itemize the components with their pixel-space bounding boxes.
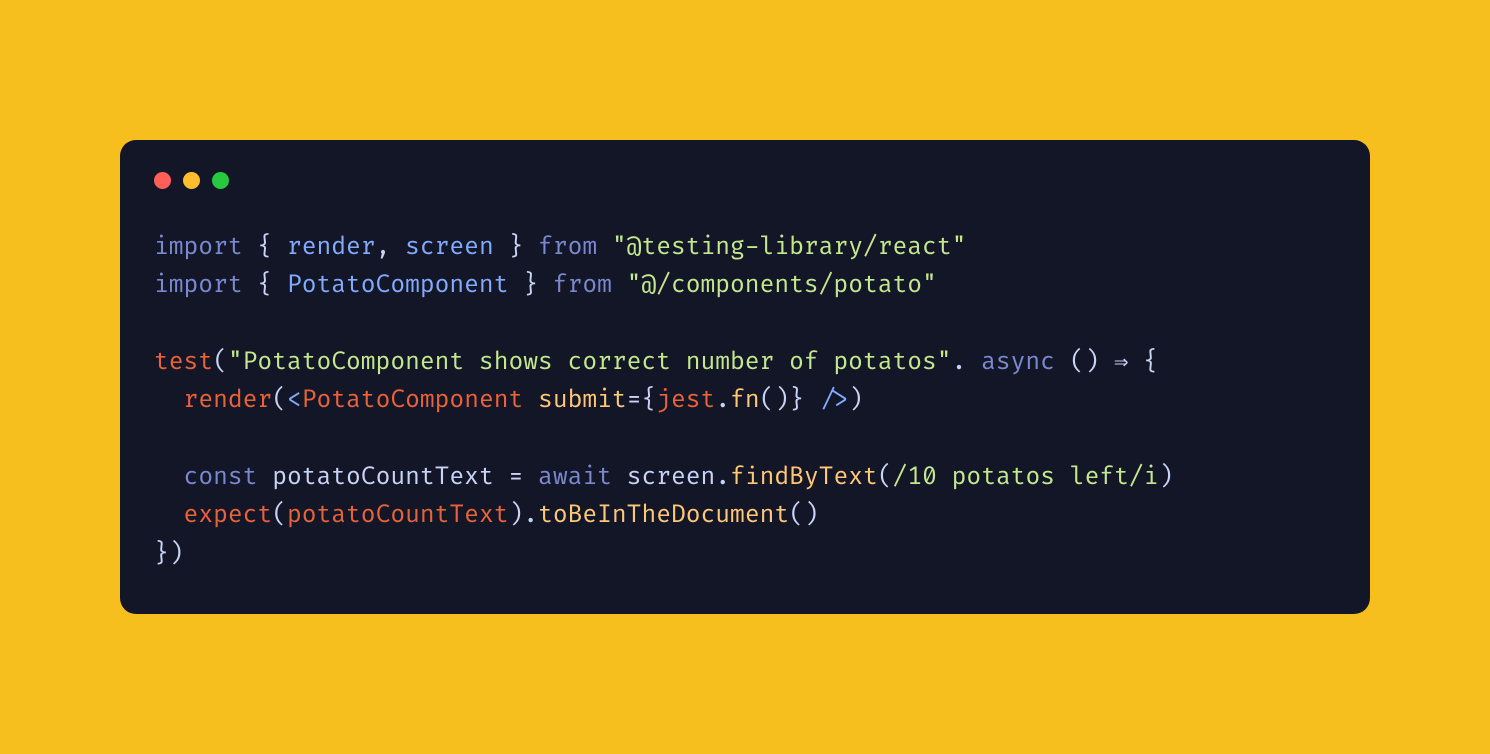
paren: ) — [848, 386, 863, 415]
code-line-8: expect(potatoCountText).toBeInTheDocumen… — [154, 497, 1336, 535]
code-line-7: const potatoCountText = await screen.fin… — [154, 459, 1336, 497]
function-call: test — [154, 348, 213, 377]
maximize-button[interactable] — [212, 172, 229, 189]
jsx-component: PotatoComponent — [302, 386, 524, 415]
jsx-attribute: submit — [538, 386, 627, 415]
variable: potatoCountText — [287, 501, 509, 530]
closing-brace: }) — [154, 540, 184, 569]
keyword-from: from — [553, 271, 612, 300]
punctuation: . — [952, 348, 982, 377]
brace: } — [789, 386, 804, 415]
keyword-import: import — [154, 271, 243, 300]
function-call: expect — [184, 501, 273, 530]
identifier: screen — [627, 463, 716, 492]
code-line-5: render(<PotatoComponent submit={jest.fn(… — [154, 382, 1336, 420]
method: findByText — [730, 463, 878, 492]
dot: . — [523, 501, 538, 530]
comma: , — [376, 233, 406, 262]
arrow-function: () ⇒ { — [1055, 348, 1158, 377]
identifier: jest — [656, 386, 715, 415]
identifier: render — [287, 233, 376, 262]
keyword-import: import — [154, 233, 243, 262]
brace: { — [243, 271, 287, 300]
code-line-6-blank — [154, 421, 1336, 459]
method: fn — [730, 386, 760, 415]
brace: } — [494, 233, 538, 262]
identifier: PotatoComponent — [287, 271, 509, 300]
paren: ( — [213, 348, 228, 377]
dot: . — [715, 463, 730, 492]
keyword-from: from — [538, 233, 597, 262]
minimize-button[interactable] — [183, 172, 200, 189]
string-literal: "@/components/potato" — [627, 271, 937, 300]
dot: . — [715, 386, 730, 415]
method: toBeInTheDocument — [538, 501, 789, 530]
parens: () — [789, 501, 819, 530]
brace: } — [508, 271, 552, 300]
regex-literal: /10 potatos left/i — [893, 463, 1159, 492]
code-line-3-blank — [154, 306, 1336, 344]
code-line-1: import { render, screen } from "@testing… — [154, 229, 1336, 267]
jsx-bracket: < — [287, 386, 302, 415]
traffic-lights — [154, 172, 1336, 189]
paren: ( — [272, 501, 287, 530]
string-literal: "@testing-library/react" — [612, 233, 966, 262]
code-area[interactable]: import { render, screen } from "@testing… — [154, 229, 1336, 575]
equals: = — [494, 463, 538, 492]
code-window: import { render, screen } from "@testing… — [120, 140, 1370, 615]
equals: = — [627, 386, 642, 415]
variable: potatoCountText — [272, 463, 494, 492]
code-line-4: test("PotatoComponent shows correct numb… — [154, 344, 1336, 382]
keyword-await: await — [538, 463, 612, 492]
paren: ) — [509, 501, 524, 530]
function-call: render — [184, 386, 273, 415]
keyword-async: async — [981, 348, 1055, 377]
close-button[interactable] — [154, 172, 171, 189]
paren: ) — [1158, 463, 1173, 492]
parens: () — [760, 386, 790, 415]
brace: { — [243, 233, 287, 262]
identifier: screen — [405, 233, 494, 262]
code-line-9: }) — [154, 536, 1336, 574]
paren: ( — [272, 386, 287, 415]
string-literal: "PotatoComponent shows correct number of… — [228, 348, 952, 377]
paren: ( — [878, 463, 893, 492]
jsx-bracket: /> — [804, 386, 848, 415]
brace: { — [641, 386, 656, 415]
keyword-const: const — [184, 463, 258, 492]
code-line-2: import { PotatoComponent } from "@/compo… — [154, 267, 1336, 305]
